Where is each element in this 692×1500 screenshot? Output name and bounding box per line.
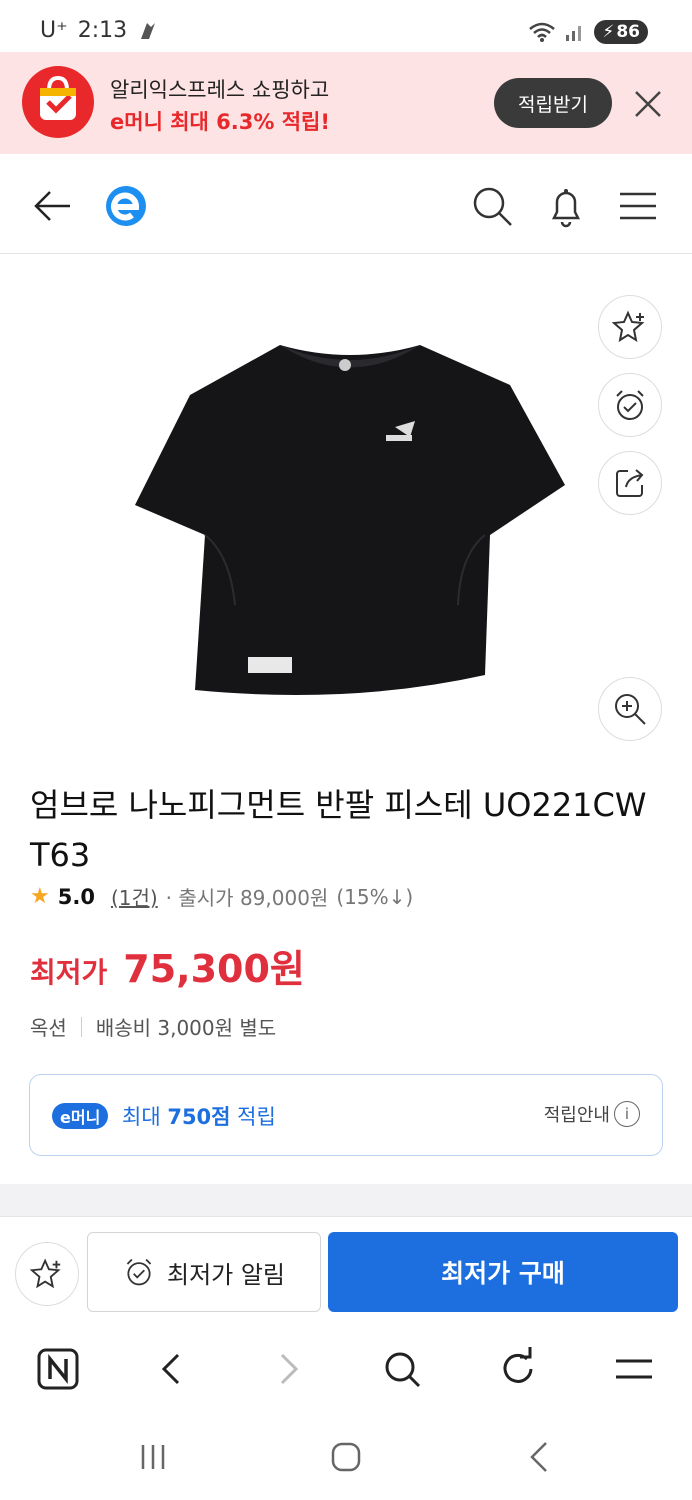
browser-back-icon[interactable]	[150, 1347, 194, 1391]
status-left: U⁺ 2:13	[40, 18, 159, 43]
browser-forward-icon[interactable]	[266, 1347, 310, 1391]
naver-home-icon[interactable]	[36, 1347, 80, 1391]
system-navigation	[0, 1415, 692, 1500]
battery-level: 86	[616, 22, 640, 42]
reward-guide-link[interactable]: 적립안내 i	[544, 1101, 640, 1127]
promo-banner[interactable]: 알리익스프레스 쇼핑하고 e머니 최대 6.3% 적립! 적립받기	[0, 52, 692, 154]
reward-box[interactable]: e머니 최대 750점 적립 적립안내 i	[29, 1074, 663, 1156]
seller-label: 옥션	[30, 1016, 67, 1040]
browser-search-icon[interactable]	[380, 1347, 424, 1391]
reload-icon[interactable]	[496, 1347, 540, 1391]
info-icon: i	[614, 1101, 640, 1127]
wishlist-button[interactable]	[598, 295, 662, 359]
price-row: 최저가 75,300원	[30, 938, 305, 993]
lowest-price-label: 최저가	[30, 956, 108, 989]
carrier-label: U⁺	[40, 18, 68, 43]
reward-points: 750점	[167, 1105, 231, 1129]
emoney-badge: e머니	[52, 1103, 109, 1129]
alarm-check-icon	[126, 1258, 152, 1286]
price-alert-side-button[interactable]	[598, 373, 662, 437]
close-icon[interactable]	[630, 86, 666, 122]
home-icon[interactable]	[328, 1439, 364, 1475]
status-bar: U⁺ 2:13 ⚡ 86	[0, 0, 692, 52]
discount-rate: (15%↓)	[336, 884, 414, 909]
product-image-area	[0, 255, 692, 755]
search-icon[interactable]	[470, 184, 514, 228]
system-back-icon[interactable]	[522, 1439, 558, 1475]
clock: 2:13	[77, 18, 128, 43]
reward-text: 최대 750점 적립	[122, 1101, 276, 1131]
promo-line2: e머니 최대 6.3% 적립!	[110, 110, 330, 134]
bell-icon[interactable]	[544, 184, 588, 228]
product-image[interactable]	[130, 335, 570, 715]
notification-icon	[141, 22, 156, 39]
menu-icon[interactable]	[616, 184, 660, 228]
action-bar: 최저가 알림 최저가 구매	[0, 1216, 692, 1324]
get-reward-button[interactable]: 적립받기	[494, 78, 612, 128]
aliexpress-logo	[22, 66, 94, 138]
star-plus-icon	[30, 1258, 61, 1289]
wishlist-bottom-button[interactable]	[15, 1242, 79, 1306]
back-arrow-icon[interactable]	[30, 184, 74, 228]
original-price: · 출시가 89,000원	[165, 886, 329, 910]
share-icon	[616, 469, 644, 497]
rating-row: ★ 5.0 (1건) · 출시가 89,000원 (15%↓)	[30, 882, 413, 911]
divider	[80, 1016, 82, 1037]
reward-suffix: 적립	[230, 1105, 276, 1129]
shipping-row: 옥션 배송비 3,000원 별도	[30, 1012, 276, 1041]
star-plus-icon	[612, 310, 645, 343]
promo-line1: 알리익스프레스 쇼핑하고	[110, 78, 330, 102]
enuri-logo[interactable]	[104, 184, 148, 228]
section-separator	[0, 1184, 692, 1216]
reward-prefix: 최대	[122, 1105, 168, 1129]
product-title: 엄브로 나노피그먼트 반팔 피스테 UO221CW T63	[30, 786, 647, 874]
browser-menu-icon[interactable]	[612, 1347, 656, 1391]
browser-toolbar	[0, 1325, 692, 1415]
alarm-check-icon	[616, 390, 644, 420]
wifi-icon	[529, 22, 556, 42]
review-count-link[interactable]: (1건)	[111, 882, 158, 911]
lowest-price-value: 75,300원	[123, 947, 305, 991]
app-header	[0, 154, 692, 254]
share-button[interactable]	[598, 451, 662, 515]
reward-guide-label: 적립안내	[543, 1105, 610, 1126]
battery-indicator: ⚡ 86	[594, 20, 648, 44]
zoom-button[interactable]	[598, 677, 662, 741]
buy-lowest-price-button[interactable]: 최저가 구매	[328, 1232, 678, 1312]
signal-icon	[566, 26, 582, 41]
shopping-bag-icon	[40, 75, 76, 120]
rating-score: 5.0	[57, 884, 95, 909]
price-alert-button[interactable]: 최저가 알림	[87, 1232, 321, 1312]
shipping-fee: 배송비 3,000원 별도	[95, 1016, 277, 1040]
recent-apps-icon[interactable]	[135, 1439, 171, 1475]
price-alert-label: 최저가 알림	[166, 1260, 286, 1289]
status-right: ⚡ 86	[528, 20, 648, 44]
bolt-icon: ⚡	[602, 22, 615, 42]
zoom-in-icon	[615, 694, 646, 725]
star-icon: ★	[30, 884, 50, 909]
